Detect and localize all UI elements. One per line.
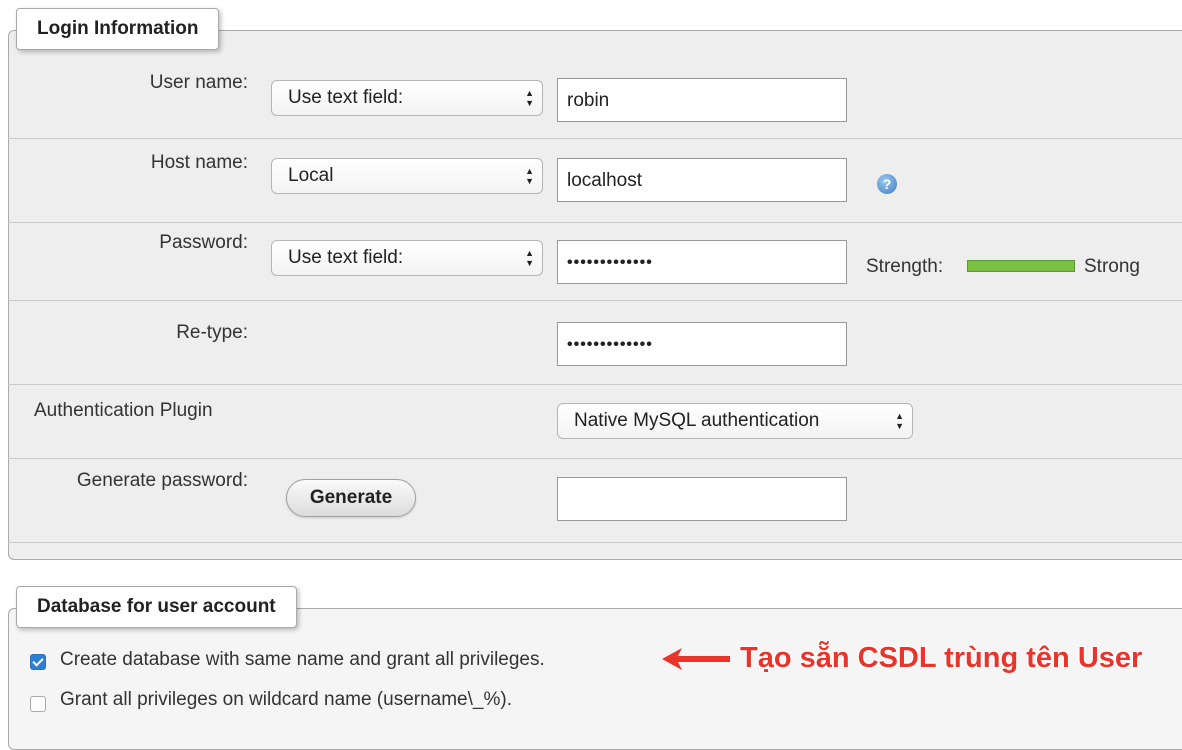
select-arrows-icon: ▲ ▼ [525,88,534,108]
hostname-label: Host name: [150,152,248,173]
row-divider [8,222,1182,223]
select-arrows-icon: ▲ ▼ [525,166,534,186]
strength-text: Strong [1084,256,1140,277]
create-db-label: Create database with same name and grant… [60,649,545,670]
hostname-mode-value: Local [288,165,334,186]
auth-plugin-select[interactable]: Native MySQL authentication ▲ ▼ [557,403,913,439]
password-label: Password: [159,232,248,253]
create-db-checkbox[interactable] [30,654,46,670]
hostname-mode-select[interactable]: Local ▲ ▼ [271,158,543,194]
strength-label: Strength: [866,256,944,277]
grant-wildcard-label: Grant all privileges on wildcard name (u… [60,689,512,710]
annotation-text: Tạo sẵn CSDL trùng tên User [740,642,1143,674]
strength-meter [967,260,1075,272]
row-divider [8,138,1182,139]
username-mode-select[interactable]: Use text field: ▲ ▼ [271,80,543,116]
auth-plugin-value: Native MySQL authentication [574,410,820,431]
username-input[interactable]: robin [557,78,847,122]
row-divider [8,300,1182,301]
password-mode-value: Use text field: [288,247,404,268]
arrow-left-icon [662,648,730,670]
generate-button[interactable]: Generate [286,479,416,517]
grant-wildcard-checkbox[interactable] [30,696,46,712]
hostname-input[interactable]: localhost [557,158,847,202]
row-divider [8,458,1182,459]
select-arrows-icon: ▲ ▼ [525,248,534,268]
generated-password-input[interactable] [557,477,847,521]
database-legend: Database for user account [16,586,297,628]
database-fieldset [8,608,1182,750]
login-information-legend: Login Information [16,8,220,50]
retype-label: Re-type: [176,322,248,343]
username-mode-value: Use text field: [288,87,404,108]
retype-password-input[interactable]: ••••••••••••• [557,322,847,366]
password-input[interactable]: ••••••••••••• [557,240,847,284]
row-divider [8,384,1182,385]
row-divider [8,542,1182,543]
select-arrows-icon: ▲ ▼ [895,411,904,431]
auth-plugin-label: Authentication Plugin [34,400,213,421]
username-label: User name: [149,72,248,93]
help-icon[interactable]: ? [877,174,897,194]
password-mode-select[interactable]: Use text field: ▲ ▼ [271,240,543,276]
generate-password-label: Generate password: [76,470,248,491]
